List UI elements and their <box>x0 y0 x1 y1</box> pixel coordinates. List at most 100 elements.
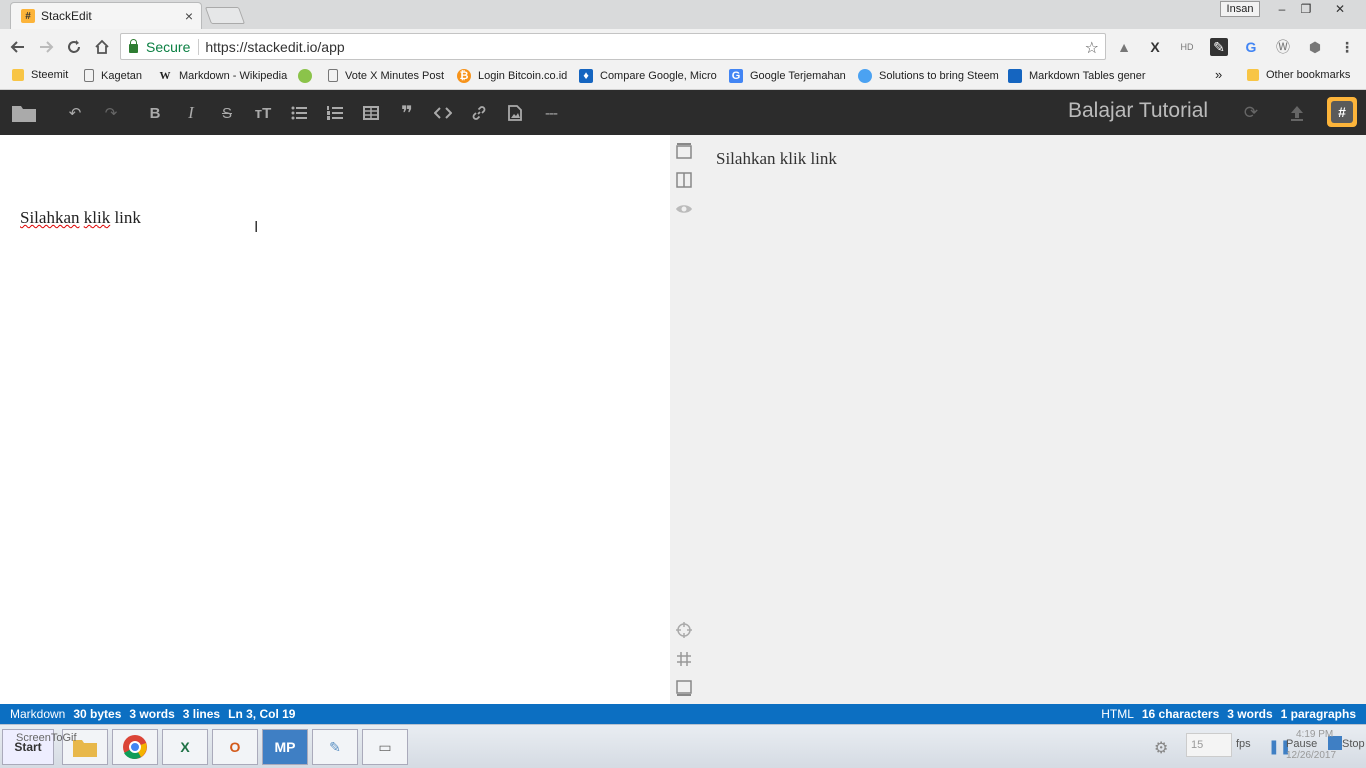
pen-extension-icon[interactable]: ✎ <box>1210 38 1228 56</box>
restore-button[interactable]: ❐ <box>1296 1 1316 17</box>
forward-arrow-icon[interactable] <box>36 37 56 57</box>
bookmark-steemit[interactable]: Steemit <box>12 69 68 81</box>
reload-icon[interactable] <box>64 37 84 57</box>
reader-mode-eye-icon[interactable] <box>674 199 694 219</box>
hd-extension-icon[interactable]: HD <box>1178 38 1196 56</box>
steem-icon <box>858 69 872 83</box>
editor-word: klik <box>83 208 111 227</box>
toggle-status-bar-icon[interactable] <box>674 678 694 698</box>
code-icon[interactable] <box>432 102 454 124</box>
editor-mode-label: Markdown <box>10 707 66 721</box>
markdown-editor[interactable]: Silahkan klik link I <box>0 135 670 704</box>
bookmark-kagetan[interactable]: Kagetan <box>84 69 142 82</box>
bookmarks-overflow-button[interactable]: » <box>1215 67 1222 82</box>
horizontal-rule-icon[interactable]: --- <box>540 102 562 124</box>
compare-icon: ♦ <box>579 69 593 83</box>
table-icon[interactable] <box>360 102 382 124</box>
blockquote-icon[interactable]: ❞ <box>396 102 418 125</box>
bookmark-label: Markdown - Wikipedia <box>179 70 288 82</box>
tab-title: StackEdit <box>41 9 92 23</box>
clock-date: 12/26/2017 <box>1286 750 1337 761</box>
scroll-sync-icon[interactable] <box>674 620 694 640</box>
document-title[interactable]: Balajar Tutorial <box>1068 99 1208 123</box>
editor-content[interactable]: Silahkan klik link <box>20 208 141 228</box>
toggle-navbar-icon[interactable] <box>674 141 694 161</box>
editor-word: Silahkan <box>20 208 80 227</box>
stackedit-favicon-icon: # <box>21 9 35 23</box>
bookmark-markdown-wikipedia[interactable]: W Markdown - Wikipedia <box>158 69 288 83</box>
undo-icon[interactable]: ↶ <box>64 102 86 124</box>
stackedit-navbar: ↶ ↷ B I S ᴛT ❞ --- Balajar Tutorial ⟳ # <box>0 90 1366 135</box>
bookmark-coin[interactable] <box>298 69 319 83</box>
italic-icon[interactable]: I <box>180 102 202 124</box>
wordpress-extension-icon[interactable]: Ⓦ <box>1274 38 1292 56</box>
bullet-list-icon[interactable] <box>288 102 310 124</box>
home-icon[interactable] <box>92 37 112 57</box>
tab-close-icon[interactable]: × <box>185 8 193 24</box>
bookmark-label: Vote X Minutes Post <box>345 69 445 82</box>
mp-taskbar-icon[interactable]: MP <box>262 729 308 765</box>
bookmark-markdown-tables[interactable]: Markdown Tables gener <box>1008 69 1146 83</box>
image-icon[interactable] <box>504 102 526 124</box>
close-window-button[interactable]: ✕ <box>1330 1 1350 17</box>
bookmark-google-terjemahan[interactable]: G Google Terjemahan <box>729 69 846 83</box>
bitcoin-icon: ₿ <box>457 69 471 83</box>
bookmark-label: Markdown Tables gener <box>1029 70 1146 82</box>
menu-dots-icon[interactable]: ⋮ <box>1338 38 1356 56</box>
words-count: 3 words <box>129 707 175 721</box>
other-bookmarks[interactable]: Other bookmarks <box>1247 69 1350 81</box>
bookmarks-bar: Steemit Kagetan W Markdown - Wikipedia V… <box>0 64 1366 90</box>
publish-icon[interactable] <box>1286 102 1308 124</box>
bookmark-star-icon[interactable]: ☆ <box>1085 38 1099 58</box>
notepad-taskbar-icon[interactable]: ✎ <box>312 729 358 765</box>
bookmark-compare-google[interactable]: ♦ Compare Google, Micro <box>579 69 717 83</box>
screen-recorder-taskbar-icon[interactable]: ▭ <box>362 729 408 765</box>
focus-mode-icon[interactable] <box>674 649 694 669</box>
toggle-side-preview-icon[interactable] <box>674 170 694 190</box>
address-bar[interactable]: Secure https://stackedit.io/app ☆ <box>120 33 1106 60</box>
bookmark-label: Kagetan <box>101 69 142 82</box>
back-arrow-icon[interactable] <box>8 37 28 57</box>
outlook-taskbar-icon[interactable]: O <box>212 729 258 765</box>
cursor-position: Ln 3, Col 19 <box>228 707 296 721</box>
translate-extension-icon[interactable]: G <box>1242 38 1260 56</box>
profile-button[interactable]: Insan <box>1220 1 1260 17</box>
characters-count: 16 characters <box>1141 707 1220 721</box>
minimize-button[interactable]: – <box>1272 1 1292 17</box>
drive-extension-icon[interactable]: ▲ <box>1115 38 1133 56</box>
fps-input[interactable]: 15 <box>1186 733 1232 757</box>
browser-tab-stackedit[interactable]: # StackEdit × <box>10 2 202 29</box>
settings-gear-icon[interactable]: ⚙ <box>1154 738 1168 758</box>
paragraphs-count: 1 paragraphs <box>1280 707 1356 721</box>
folder-icon <box>1247 69 1259 81</box>
bookmark-vote-x-minutes[interactable]: Vote X Minutes Post <box>328 69 444 82</box>
bold-icon[interactable]: B <box>144 102 166 124</box>
shield-extension-icon[interactable]: ⬢ <box>1306 38 1324 56</box>
x-extension-icon[interactable]: X <box>1146 38 1164 56</box>
windows-taskbar: Start X O MP ✎ ▭ ⚙ 15 fps ❚❚ Pause Stop … <box>0 724 1366 768</box>
bookmark-label: Login Bitcoin.co.id <box>478 70 568 82</box>
bookmark-login-bitcoin[interactable]: ₿ Login Bitcoin.co.id <box>457 69 567 83</box>
wikipedia-icon: W <box>159 70 171 82</box>
stop-label[interactable]: Stop <box>1342 738 1365 750</box>
fps-label: fps <box>1236 738 1251 750</box>
heading-icon[interactable]: ᴛT <box>252 102 274 124</box>
chrome-taskbar-icon[interactable] <box>112 729 158 765</box>
redo-icon[interactable]: ↷ <box>100 102 122 124</box>
bookmark-label: Other bookmarks <box>1266 69 1351 81</box>
new-tab-button[interactable] <box>204 7 246 24</box>
link-icon[interactable] <box>468 102 490 124</box>
stackedit-menu-button[interactable]: # <box>1327 97 1357 127</box>
bookmark-label: Steemit <box>31 69 69 81</box>
bookmark-solutions-steem[interactable]: Solutions to bring Steem <box>858 69 999 83</box>
lock-icon <box>129 39 138 53</box>
numbered-list-icon[interactable] <box>324 102 346 124</box>
browser-toolbar: Secure https://stackedit.io/app ☆ ▲ X HD… <box>0 29 1366 64</box>
folder-icon[interactable] <box>10 102 38 124</box>
sync-icon[interactable]: ⟳ <box>1240 102 1262 124</box>
stackedit-logo-icon: # <box>1331 101 1353 123</box>
excel-taskbar-icon[interactable]: X <box>162 729 208 765</box>
preview-side-bar <box>670 135 698 704</box>
strikethrough-icon[interactable]: S <box>216 102 238 124</box>
bytes-count: 30 bytes <box>73 707 122 721</box>
